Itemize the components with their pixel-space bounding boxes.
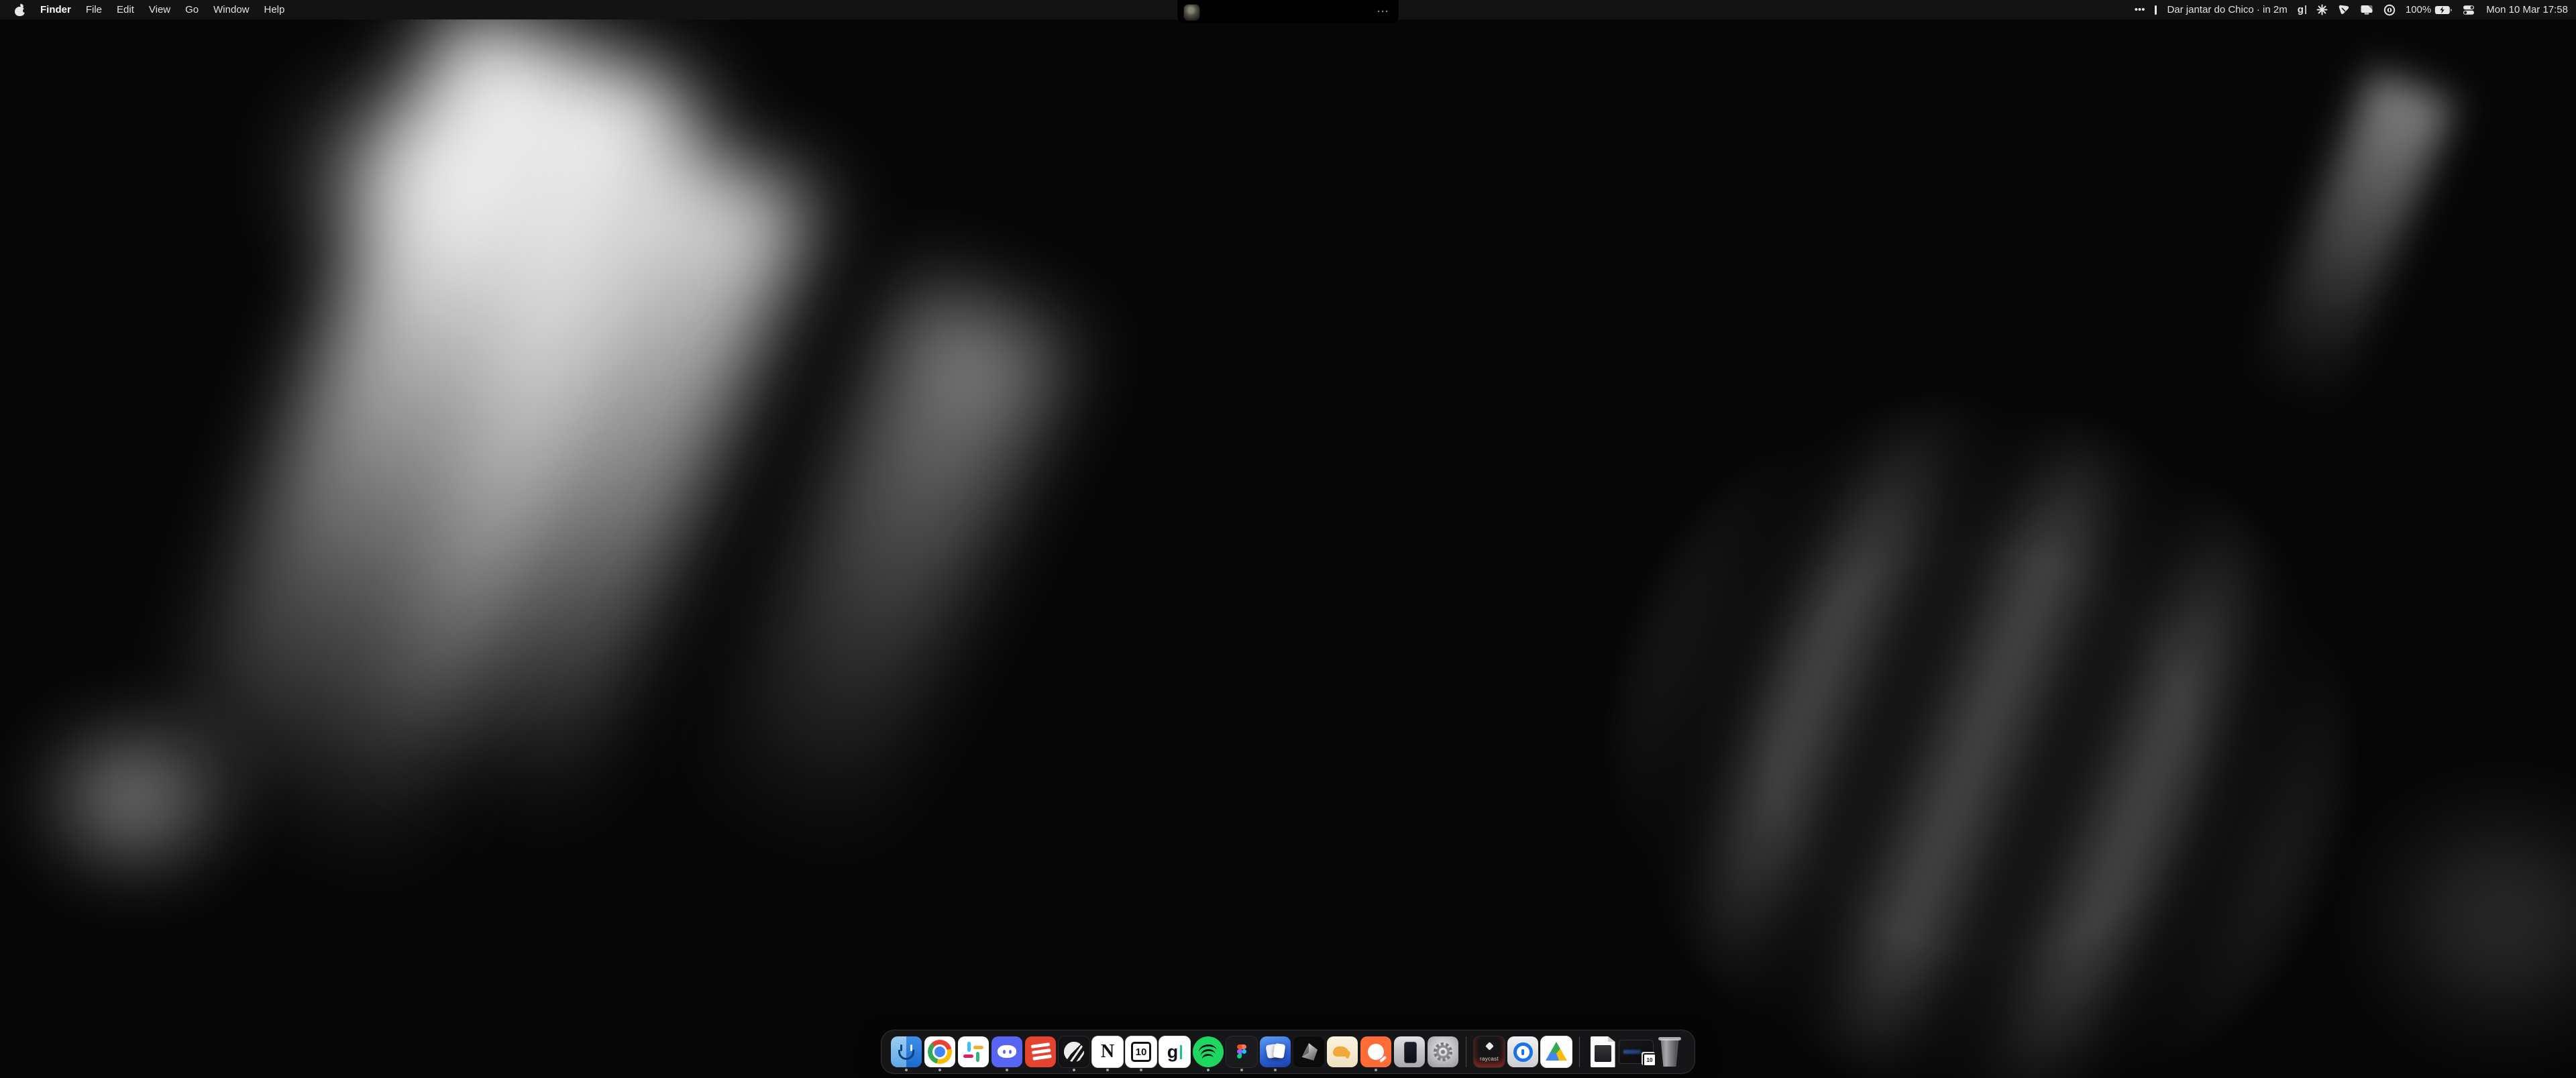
- menu-view[interactable]: View: [142, 0, 178, 19]
- spotify-app-icon[interactable]: [1193, 1036, 1224, 1067]
- dock-app-grammarly[interactable]: g: [1159, 1034, 1190, 1070]
- calendar-event-status[interactable]: Dar jantar do Chico · in 2m: [2167, 0, 2287, 19]
- menu-window[interactable]: Window: [206, 0, 256, 19]
- trash-app-icon[interactable]: [1657, 1037, 1682, 1067]
- minwin-app-icon[interactable]: 10: [1619, 1040, 1654, 1064]
- ncal-app-icon[interactable]: 10: [1125, 1036, 1157, 1068]
- running-indicator: [1375, 1069, 1377, 1071]
- wallpaper-light-band: [690, 280, 1069, 887]
- menu-finder[interactable]: Finder: [33, 0, 78, 19]
- dock-app-minwin[interactable]: 10: [1621, 1034, 1652, 1070]
- chrome-app-icon[interactable]: [924, 1036, 955, 1067]
- dock-app-todoist[interactable]: [1025, 1034, 1056, 1070]
- pick-shape-menu-icon[interactable]: [2338, 0, 2350, 19]
- running-indicator: [1207, 1069, 1210, 1071]
- dock-app-postman[interactable]: [1360, 1034, 1391, 1070]
- dropover-app-icon[interactable]: [1260, 1036, 1291, 1067]
- finder-face: [900, 1044, 902, 1051]
- postico-app-icon[interactable]: [1327, 1036, 1358, 1067]
- slack-app-icon[interactable]: [958, 1036, 989, 1067]
- dock-app-ncal[interactable]: 10: [1126, 1034, 1157, 1070]
- 1password-menu-icon[interactable]: [2383, 0, 2396, 19]
- apple-menu-icon[interactable]: [15, 4, 25, 16]
- dock-app-raycast[interactable]: raycast: [1474, 1034, 1505, 1070]
- dock-app-linear[interactable]: [1059, 1034, 1089, 1070]
- menu-bar-status-area: ••• Dar jantar do Chico · in 2m g: [2135, 0, 2576, 19]
- dock-app-postico[interactable]: [1327, 1034, 1358, 1070]
- dock-app-notion[interactable]: N: [1092, 1034, 1123, 1070]
- running-indicator: [1106, 1069, 1109, 1071]
- running-indicator: [1073, 1069, 1075, 1071]
- dock-app-dropover[interactable]: [1260, 1034, 1291, 1070]
- gear-icon: [1432, 1040, 1454, 1063]
- menu-go[interactable]: Go: [178, 0, 206, 19]
- dock-app-chrome[interactable]: [924, 1034, 955, 1070]
- dock-app-settings[interactable]: [1428, 1034, 1458, 1070]
- grammarly-caret: [2305, 5, 2306, 14]
- settings-app-icon[interactable]: [1428, 1036, 1458, 1067]
- battery-charging-icon: [2434, 5, 2453, 15]
- grammarly-app-icon[interactable]: g: [1159, 1036, 1191, 1068]
- battery-percent: 100%: [2406, 4, 2431, 15]
- dock-app-discord[interactable]: [991, 1034, 1022, 1070]
- apple-logo-bite: [23, 9, 27, 13]
- wallpaper-glow: [2361, 792, 2576, 1046]
- app-menus: FinderFileEditViewGoWindowHelp: [33, 0, 292, 19]
- clock[interactable]: Mon 10 Mar 17:58: [2486, 0, 2568, 19]
- dock-app-spline[interactable]: [1293, 1034, 1324, 1070]
- menu-file[interactable]: File: [78, 0, 109, 19]
- spline-app-icon[interactable]: [1293, 1036, 1325, 1068]
- desktop-wallpaper: [0, 0, 2576, 1078]
- screen-mirroring-icon[interactable]: [2360, 0, 2373, 19]
- apple-logo-leaf: [20, 3, 24, 7]
- wallpaper-light-blob: [27, 711, 241, 885]
- wallpaper-light-blob: [288, 74, 577, 282]
- dock-app-finder[interactable]: [891, 1034, 922, 1070]
- wallpaper-streak: [2248, 70, 2455, 413]
- postman-app-icon[interactable]: [1360, 1036, 1391, 1067]
- figma-app-icon[interactable]: [1226, 1036, 1258, 1068]
- dock-app-figma[interactable]: [1226, 1034, 1257, 1070]
- menu-help[interactable]: Help: [257, 0, 292, 19]
- dock-app-imirror[interactable]: [1394, 1034, 1425, 1070]
- menu-edit[interactable]: Edit: [109, 0, 142, 19]
- status-separator: [2155, 5, 2157, 15]
- notch-media-island[interactable]: ···: [1177, 0, 1399, 23]
- battery-status[interactable]: 100%: [2406, 0, 2453, 19]
- running-indicator: [1240, 1069, 1243, 1071]
- dock-app-1password[interactable]: [1507, 1034, 1538, 1070]
- todoist-app-icon[interactable]: [1025, 1036, 1056, 1067]
- finder-app-icon[interactable]: [891, 1036, 922, 1067]
- asterisk-sparkle-icon[interactable]: [2316, 0, 2328, 19]
- linear-app-icon[interactable]: [1058, 1036, 1090, 1068]
- dock-app-trash[interactable]: [1654, 1034, 1685, 1070]
- discord-app-icon[interactable]: [991, 1036, 1022, 1067]
- running-indicator: [938, 1069, 941, 1071]
- menu-bar-left: FinderFileEditViewGoWindowHelp: [0, 0, 292, 19]
- raycast-app-icon[interactable]: raycast: [1473, 1036, 1505, 1068]
- now-playing-album-art[interactable]: [1184, 5, 1199, 20]
- notch-overflow-dots[interactable]: ···: [1377, 0, 1389, 23]
- control-center-icon[interactable]: [2463, 0, 2475, 19]
- running-indicator: [1006, 1069, 1008, 1071]
- running-indicator: [1274, 1069, 1277, 1071]
- dock-separator: [1579, 1036, 1580, 1067]
- notion-app-icon[interactable]: N: [1091, 1036, 1124, 1068]
- dock-app-spotify[interactable]: [1193, 1034, 1224, 1070]
- imirror-app-icon[interactable]: [1394, 1036, 1425, 1067]
- 1password-app-icon[interactable]: [1507, 1036, 1538, 1067]
- file-app-icon[interactable]: [1591, 1036, 1615, 1067]
- running-indicator: [905, 1069, 908, 1071]
- dock: N10graycast10: [881, 1030, 1695, 1074]
- dock-app-gdrive[interactable]: [1541, 1034, 1572, 1070]
- grammarly-menu-icon[interactable]: g: [2298, 0, 2306, 19]
- dock-app-file[interactable]: [1587, 1034, 1618, 1070]
- status-more-button[interactable]: •••: [2135, 0, 2145, 19]
- dock-app-slack[interactable]: [958, 1034, 989, 1070]
- gdrive-app-icon[interactable]: [1540, 1036, 1572, 1068]
- running-indicator: [1140, 1069, 1142, 1071]
